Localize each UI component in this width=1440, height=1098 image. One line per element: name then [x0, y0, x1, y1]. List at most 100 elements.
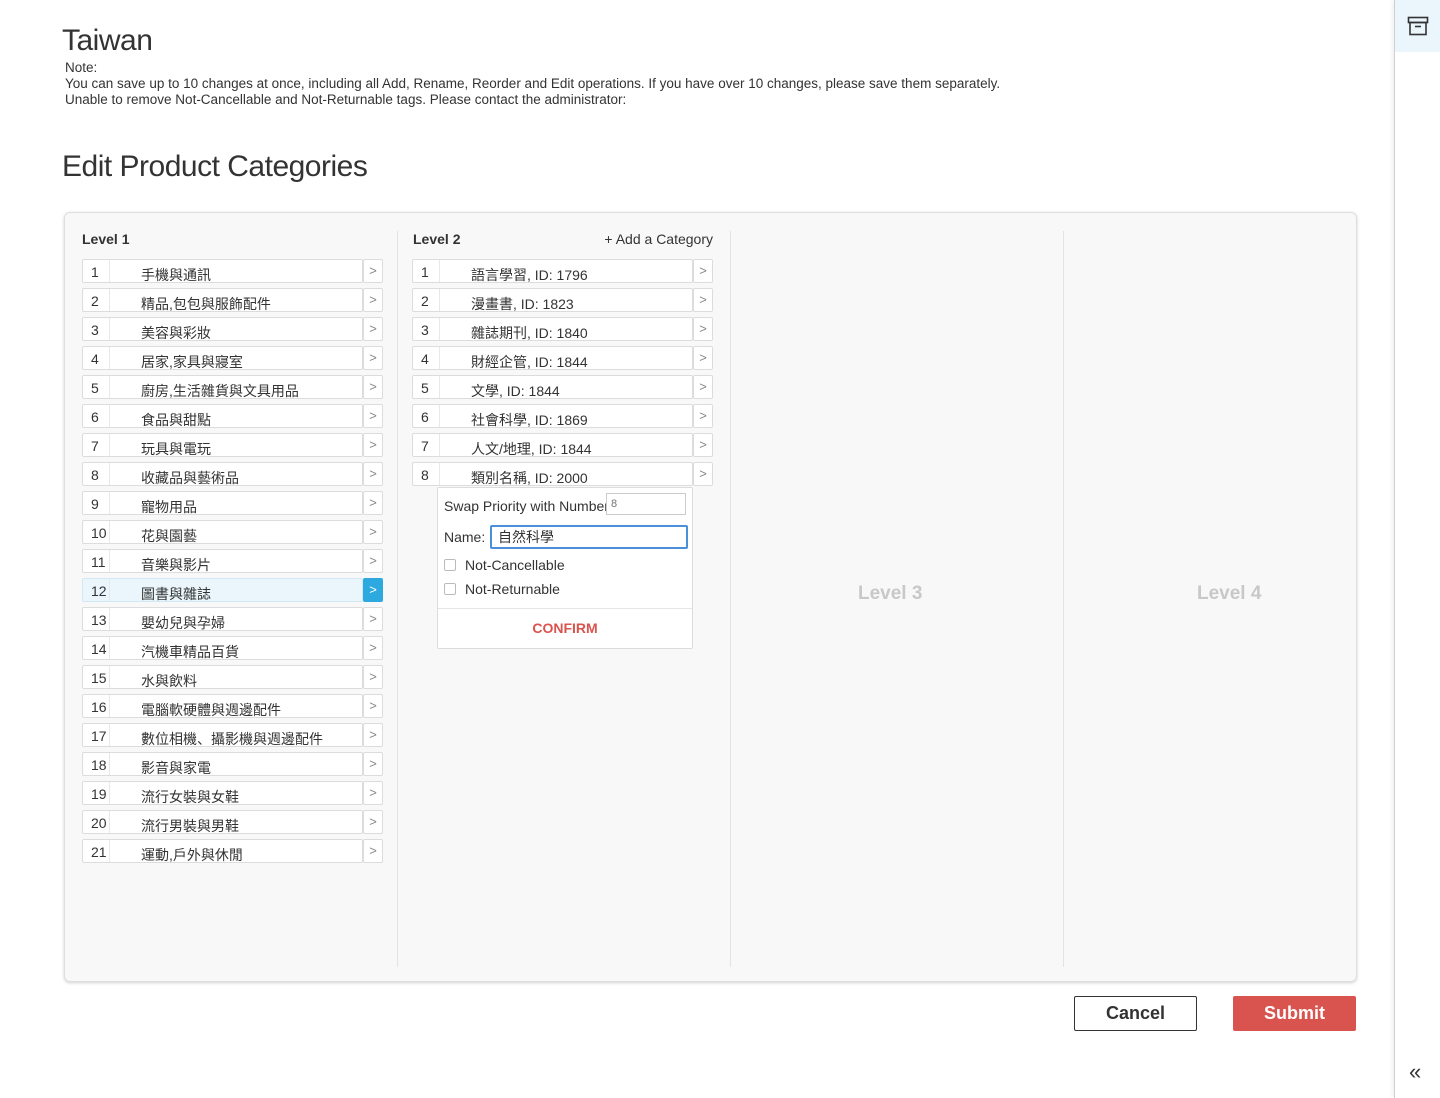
category-row[interactable]: 18 影音與家電 > — [82, 752, 383, 776]
category-row-box[interactable]: 10 花與園藝 — [82, 520, 363, 544]
not-cancellable-option[interactable]: Not-Cancellable — [444, 557, 565, 573]
category-row[interactable]: 6 社會科學, ID: 1869 > — [412, 404, 713, 428]
category-row[interactable]: 1 語言學習, ID: 1796 > — [412, 259, 713, 283]
category-row[interactable]: 6 食品與甜點 > — [82, 404, 383, 428]
category-row[interactable]: 17 數位相機、攝影機與週邊配件 > — [82, 723, 383, 747]
chevron-right-icon[interactable]: > — [363, 404, 383, 428]
chevron-right-icon[interactable]: > — [363, 607, 383, 631]
chevron-right-icon[interactable]: > — [693, 433, 713, 457]
category-row-box[interactable]: 3 雜誌期刊, ID: 1840 — [412, 317, 693, 341]
category-row-box[interactable]: 13 嬰幼兒與孕婦 — [82, 607, 363, 631]
confirm-button[interactable]: CONFIRM — [438, 620, 692, 636]
category-row-box[interactable]: 15 水與飲料 — [82, 665, 363, 689]
category-row-box[interactable]: 11 音樂與影片 — [82, 549, 363, 573]
category-row[interactable]: 21 運動,戶外與休閒 > — [82, 839, 383, 863]
category-row-box[interactable]: 21 運動,戶外與休閒 — [82, 839, 363, 863]
chevron-right-icon[interactable]: > — [363, 491, 383, 515]
category-row-box[interactable]: 6 社會科學, ID: 1869 — [412, 404, 693, 428]
category-row[interactable]: 5 廚房,生活雜貨與文具用品 > — [82, 375, 383, 399]
category-row-box[interactable]: 4 居家,家具與寢室 — [82, 346, 363, 370]
category-row-box[interactable]: 5 文學, ID: 1844 — [412, 375, 693, 399]
add-category-button[interactable]: + Add a Category — [604, 231, 713, 247]
not-returnable-checkbox[interactable] — [444, 583, 456, 596]
chevron-right-icon[interactable]: > — [693, 259, 713, 283]
chevron-right-icon[interactable]: > — [363, 317, 383, 341]
category-row-box[interactable]: 8 類別名稱, ID: 2000 — [412, 462, 693, 486]
category-row-box[interactable]: 20 流行男裝與男鞋 — [82, 810, 363, 834]
category-row-box[interactable]: 19 流行女裝與女鞋 — [82, 781, 363, 805]
category-row-box[interactable]: 9 寵物用品 — [82, 491, 363, 515]
category-row-box[interactable]: 2 精品,包包與服飾配件 — [82, 288, 363, 312]
chevron-right-icon[interactable]: > — [363, 578, 383, 602]
category-row[interactable]: 8 類別名稱, ID: 2000 > — [412, 462, 713, 486]
category-row-box[interactable]: 5 廚房,生活雜貨與文具用品 — [82, 375, 363, 399]
category-row[interactable]: 16 電腦軟硬體與週邊配件 > — [82, 694, 383, 718]
chevron-right-icon[interactable]: > — [363, 346, 383, 370]
category-row-box[interactable]: 4 財經企管, ID: 1844 — [412, 346, 693, 370]
category-row-box[interactable]: 18 影音與家電 — [82, 752, 363, 776]
category-row[interactable]: 2 漫畫書, ID: 1823 > — [412, 288, 713, 312]
double-chevron-left-icon[interactable]: « — [1409, 1060, 1421, 1084]
chevron-right-icon[interactable]: > — [693, 404, 713, 428]
category-row[interactable]: 14 汽機車精品百貨 > — [82, 636, 383, 660]
cancel-button[interactable]: Cancel — [1074, 996, 1197, 1031]
category-row-box[interactable]: 7 玩具與電玩 — [82, 433, 363, 457]
category-row[interactable]: 13 嬰幼兒與孕婦 > — [82, 607, 383, 631]
not-cancellable-checkbox[interactable] — [444, 559, 456, 572]
submit-button[interactable]: Submit — [1233, 996, 1356, 1031]
chevron-right-icon[interactable]: > — [363, 752, 383, 776]
chevron-right-icon[interactable]: > — [363, 810, 383, 834]
category-name-input[interactable] — [490, 525, 688, 549]
category-row[interactable]: 3 雜誌期刊, ID: 1840 > — [412, 317, 713, 341]
category-row-box[interactable]: 1 手機與通訊 — [82, 259, 363, 283]
category-row[interactable]: 19 流行女裝與女鞋 > — [82, 781, 383, 805]
category-row-box[interactable]: 7 人文/地理, ID: 1844 — [412, 433, 693, 457]
not-returnable-option[interactable]: Not-Returnable — [444, 581, 560, 597]
chevron-right-icon[interactable]: > — [363, 665, 383, 689]
category-row[interactable]: 20 流行男裝與男鞋 > — [82, 810, 383, 834]
chevron-right-icon[interactable]: > — [363, 723, 383, 747]
chevron-right-icon[interactable]: > — [363, 839, 383, 863]
chevron-right-icon[interactable]: > — [693, 346, 713, 370]
chevron-right-icon[interactable]: > — [363, 781, 383, 805]
category-row[interactable]: 12 圖書與雜誌 > — [82, 578, 383, 602]
chevron-right-icon[interactable]: > — [363, 462, 383, 486]
category-row[interactable]: 7 玩具與電玩 > — [82, 433, 383, 457]
category-row-box[interactable]: 17 數位相機、攝影機與週邊配件 — [82, 723, 363, 747]
category-row-box[interactable]: 8 收藏品與藝術品 — [82, 462, 363, 486]
category-row[interactable]: 4 居家,家具與寢室 > — [82, 346, 383, 370]
chevron-right-icon[interactable]: > — [363, 259, 383, 283]
category-row-box[interactable]: 14 汽機車精品百貨 — [82, 636, 363, 660]
category-row[interactable]: 2 精品,包包與服飾配件 > — [82, 288, 383, 312]
category-row[interactable]: 4 財經企管, ID: 1844 > — [412, 346, 713, 370]
chevron-right-icon[interactable]: > — [693, 375, 713, 399]
chevron-right-icon[interactable]: > — [363, 288, 383, 312]
chevron-right-icon[interactable]: > — [363, 549, 383, 573]
chevron-right-icon[interactable]: > — [363, 694, 383, 718]
swap-priority-input[interactable] — [606, 493, 686, 515]
chevron-right-icon[interactable]: > — [693, 317, 713, 341]
category-row-box[interactable]: 2 漫畫書, ID: 1823 — [412, 288, 693, 312]
archive-button[interactable] — [1395, 0, 1440, 52]
category-row[interactable]: 15 水與飲料 > — [82, 665, 383, 689]
category-row[interactable]: 3 美容與彩妝 > — [82, 317, 383, 341]
chevron-right-icon[interactable]: > — [363, 433, 383, 457]
category-row[interactable]: 9 寵物用品 > — [82, 491, 383, 515]
category-row[interactable]: 10 花與園藝 > — [82, 520, 383, 544]
chevron-right-icon[interactable]: > — [363, 636, 383, 660]
category-row-box[interactable]: 6 食品與甜點 — [82, 404, 363, 428]
chevron-right-icon[interactable]: > — [363, 520, 383, 544]
category-row-box[interactable]: 1 語言學習, ID: 1796 — [412, 259, 693, 283]
category-row[interactable]: 8 收藏品與藝術品 > — [82, 462, 383, 486]
chevron-right-icon[interactable]: > — [363, 375, 383, 399]
category-row-box[interactable]: 16 電腦軟硬體與週邊配件 — [82, 694, 363, 718]
category-row[interactable]: 1 手機與通訊 > — [82, 259, 383, 283]
row-separator — [109, 666, 110, 688]
category-row[interactable]: 5 文學, ID: 1844 > — [412, 375, 713, 399]
chevron-right-icon[interactable]: > — [693, 288, 713, 312]
category-row-box[interactable]: 12 圖書與雜誌 — [82, 578, 363, 602]
chevron-right-icon[interactable]: > — [693, 462, 713, 486]
category-row[interactable]: 7 人文/地理, ID: 1844 > — [412, 433, 713, 457]
category-row[interactable]: 11 音樂與影片 > — [82, 549, 383, 573]
category-row-box[interactable]: 3 美容與彩妝 — [82, 317, 363, 341]
